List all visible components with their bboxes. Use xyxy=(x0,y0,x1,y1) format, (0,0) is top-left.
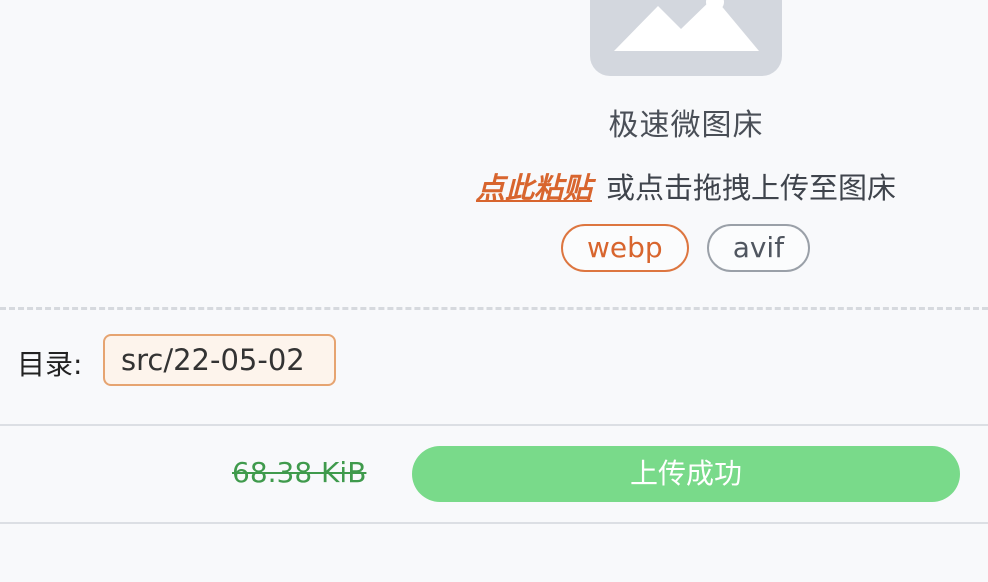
format-selector: webp avif xyxy=(561,224,811,272)
upload-status-button[interactable]: 上传成功 xyxy=(412,446,960,502)
directory-input[interactable]: src/22-05-02 xyxy=(103,334,336,386)
app-title: 极速微图床 xyxy=(608,108,764,143)
dashed-divider xyxy=(0,307,988,310)
paste-link[interactable]: 点此粘贴 xyxy=(476,171,592,205)
image-icon[interactable] xyxy=(590,0,782,76)
divider xyxy=(0,424,988,426)
file-size: 68.38 KiB xyxy=(232,456,367,489)
format-webp-chip[interactable]: webp xyxy=(561,224,689,272)
upload-hint: 点此粘贴 或点击拖拽上传至图床 xyxy=(0,165,988,207)
divider-bottom xyxy=(0,522,988,524)
directory-label: 目录: xyxy=(17,348,83,381)
drag-upload-hint[interactable]: 或点击拖拽上传至图床 xyxy=(606,171,896,205)
format-avif-chip[interactable]: avif xyxy=(706,224,811,272)
uploader-page: 极速微图床 点此粘贴 或点击拖拽上传至图床 webp avif 目录: src/2… xyxy=(0,0,988,582)
